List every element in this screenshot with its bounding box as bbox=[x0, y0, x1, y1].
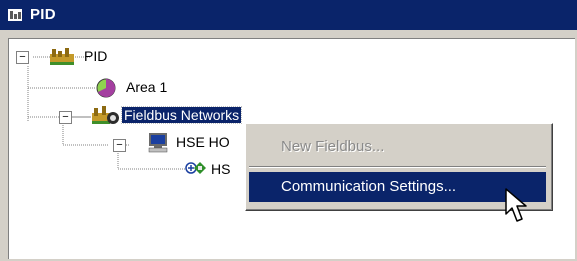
tree-item-fieldbus-networks[interactable]: Fieldbus Networks bbox=[120, 106, 243, 124]
tree-item-pid[interactable]: PID bbox=[84, 48, 107, 64]
tree-hse-host-expander[interactable]: − bbox=[113, 139, 126, 152]
menu-separator bbox=[249, 166, 546, 168]
tree-item-area-1[interactable]: Area 1 bbox=[126, 79, 167, 95]
menu-item-communication-settings-label: Communication Settings... bbox=[281, 178, 457, 195]
pid-window-icon bbox=[8, 9, 22, 21]
plant-area-icon bbox=[50, 48, 74, 65]
window-title-bar: PID bbox=[0, 0, 577, 30]
fieldbus-networks-icon bbox=[92, 106, 119, 124]
area-pie-icon bbox=[96, 78, 116, 98]
window-title: PID bbox=[30, 6, 56, 23]
menu-item-new-fieldbus-label: New Fieldbus... bbox=[281, 138, 385, 155]
menu-item-communication-settings[interactable]: Communication Settings... bbox=[249, 172, 546, 202]
tree-fieldbus-expander[interactable]: − bbox=[59, 111, 72, 124]
tree-root-expander[interactable]: − bbox=[16, 51, 29, 64]
network-device-icon bbox=[185, 162, 206, 174]
mouse-pointer-icon bbox=[505, 188, 527, 222]
menu-item-new-fieldbus[interactable]: New Fieldbus... bbox=[249, 132, 546, 162]
tree-item-hse-child[interactable]: HS bbox=[211, 161, 230, 177]
tree-item-hse-host[interactable]: HSE HO bbox=[176, 134, 230, 150]
computer-icon bbox=[148, 133, 168, 153]
